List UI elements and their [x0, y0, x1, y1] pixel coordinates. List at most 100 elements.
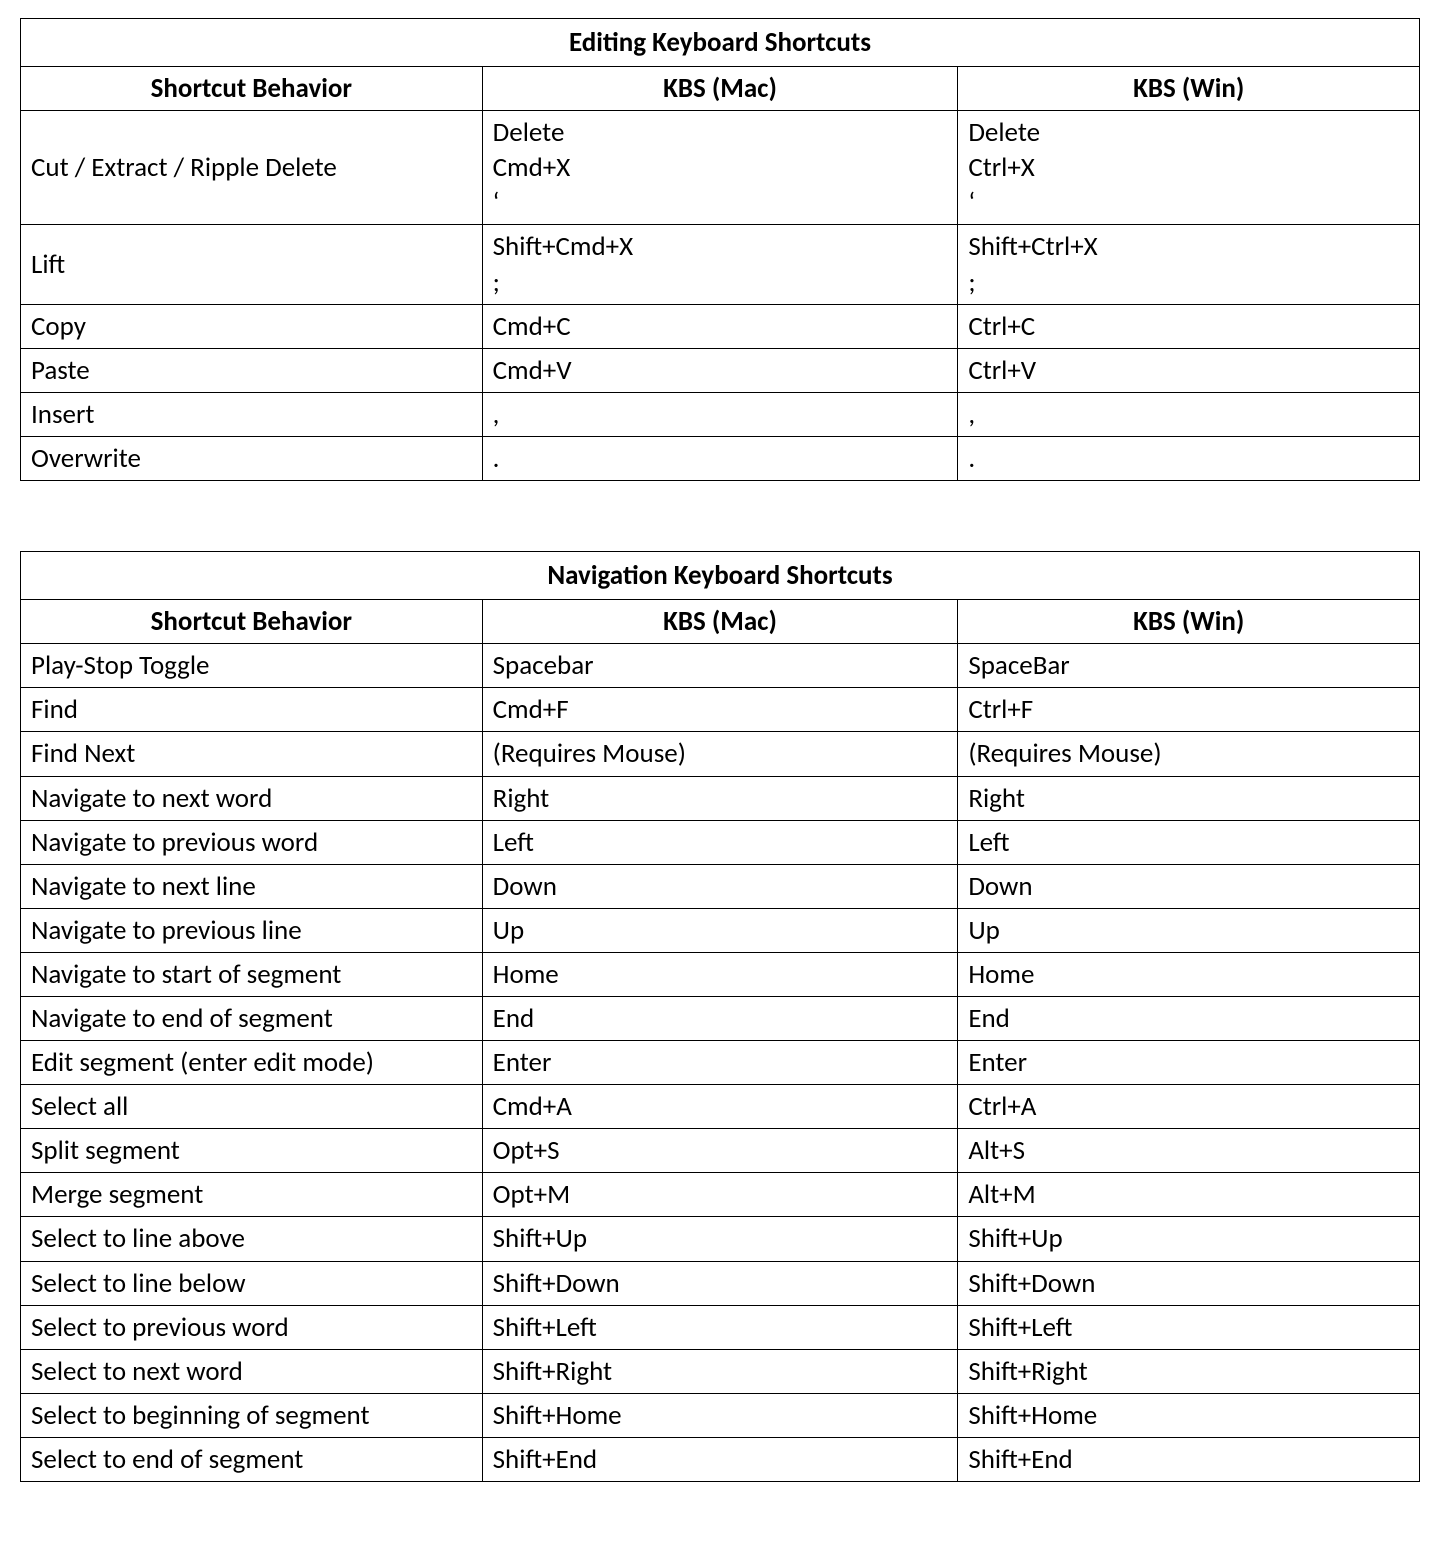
cell-mac: Opt+M [482, 1173, 958, 1217]
col-behavior-header: Shortcut Behavior [21, 67, 483, 111]
table-row: Navigate to next wordRightRight [21, 776, 1420, 820]
cell-mac: Shift+Down [482, 1261, 958, 1305]
cell-mac: Down [482, 864, 958, 908]
cell-behavior: Play-Stop Toggle [21, 644, 483, 688]
cell-mac: (Requires Mouse) [482, 732, 958, 776]
cell-behavior: Navigate to start of segment [21, 952, 483, 996]
cell-win: Ctrl+V [958, 348, 1420, 392]
cell-mac: Left [482, 820, 958, 864]
cell-behavior: Navigate to end of segment [21, 996, 483, 1040]
cell-win: Ctrl+C [958, 304, 1420, 348]
cell-behavior: Edit segment (enter edit mode) [21, 1041, 483, 1085]
table-row: Play-Stop ToggleSpacebarSpaceBar [21, 644, 1420, 688]
cell-behavior: Select to previous word [21, 1305, 483, 1349]
table-row: Select to end of segmentShift+EndShift+E… [21, 1437, 1420, 1481]
table-row: Select to previous wordShift+LeftShift+L… [21, 1305, 1420, 1349]
table-header-row: Shortcut Behavior KBS (Mac) KBS (Win) [21, 67, 1420, 111]
cell-behavior: Merge segment [21, 1173, 483, 1217]
shortcut-line: ; [968, 265, 1409, 300]
cell-mac: End [482, 996, 958, 1040]
shortcut-line: ‘ [493, 185, 948, 220]
cell-behavior: Navigate to next word [21, 776, 483, 820]
cell-mac: Shift+Right [482, 1349, 958, 1393]
table-row: Split segmentOpt+SAlt+S [21, 1129, 1420, 1173]
cell-win: Alt+S [958, 1129, 1420, 1173]
table-row: Insert,, [21, 392, 1420, 436]
table-row: Navigate to end of segmentEndEnd [21, 996, 1420, 1040]
table-row: Navigate to previous wordLeftLeft [21, 820, 1420, 864]
cell-mac: Shift+Left [482, 1305, 958, 1349]
navigation-shortcuts-table: Navigation Keyboard Shortcuts Shortcut B… [20, 551, 1420, 1482]
cell-behavior: Select to line above [21, 1217, 483, 1261]
cell-mac: . [482, 436, 958, 480]
cell-behavior: Paste [21, 348, 483, 392]
cell-mac: Spacebar [482, 644, 958, 688]
table-title-row: Editing Keyboard Shortcuts [21, 19, 1420, 67]
cell-behavior: Split segment [21, 1129, 483, 1173]
cell-win: Shift+Ctrl+X; [958, 225, 1420, 304]
shortcut-line: Ctrl+X [968, 150, 1409, 185]
cell-mac: Cmd+F [482, 688, 958, 732]
table-row: Select to line aboveShift+UpShift+Up [21, 1217, 1420, 1261]
table-row: Select to next wordShift+RightShift+Righ… [21, 1349, 1420, 1393]
cell-mac: Cmd+A [482, 1085, 958, 1129]
cell-win: Shift+Up [958, 1217, 1420, 1261]
cell-win: Shift+Home [958, 1393, 1420, 1437]
cell-behavior: Lift [21, 225, 483, 304]
table-row: Navigate to previous lineUpUp [21, 908, 1420, 952]
cell-win: Right [958, 776, 1420, 820]
cell-mac: Enter [482, 1041, 958, 1085]
cell-win: Shift+Down [958, 1261, 1420, 1305]
cell-win: (Requires Mouse) [958, 732, 1420, 776]
table-title-row: Navigation Keyboard Shortcuts [21, 552, 1420, 600]
editing-shortcuts-table: Editing Keyboard Shortcuts Shortcut Beha… [20, 18, 1420, 481]
col-behavior-header: Shortcut Behavior [21, 600, 483, 644]
table-spacer [20, 481, 1420, 551]
cell-mac: Cmd+V [482, 348, 958, 392]
cell-mac: Shift+Home [482, 1393, 958, 1437]
table-row: Cut / Extract / Ripple DeleteDeleteCmd+X… [21, 111, 1420, 225]
table-row: Select to line belowShift+DownShift+Down [21, 1261, 1420, 1305]
table-row: Navigate to next lineDownDown [21, 864, 1420, 908]
shortcut-line: Shift+Cmd+X [493, 229, 948, 264]
cell-win: Home [958, 952, 1420, 996]
cell-behavior: Select all [21, 1085, 483, 1129]
cell-behavior: Find Next [21, 732, 483, 776]
cell-win: DeleteCtrl+X‘ [958, 111, 1420, 225]
cell-behavior: Navigate to previous line [21, 908, 483, 952]
cell-win: Ctrl+F [958, 688, 1420, 732]
table-row: FindCmd+FCtrl+F [21, 688, 1420, 732]
cell-win: Shift+End [958, 1437, 1420, 1481]
table-row: Overwrite.. [21, 436, 1420, 480]
cell-win: Shift+Left [958, 1305, 1420, 1349]
shortcut-line: ‘ [968, 185, 1409, 220]
cell-mac: Opt+S [482, 1129, 958, 1173]
cell-behavior: Find [21, 688, 483, 732]
cell-behavior: Insert [21, 392, 483, 436]
cell-win: . [958, 436, 1420, 480]
col-win-header: KBS (Win) [958, 67, 1420, 111]
table-row: Navigate to start of segmentHomeHome [21, 952, 1420, 996]
cell-win: Left [958, 820, 1420, 864]
cell-mac: Shift+Up [482, 1217, 958, 1261]
cell-mac: DeleteCmd+X‘ [482, 111, 958, 225]
cell-win: SpaceBar [958, 644, 1420, 688]
col-mac-header: KBS (Mac) [482, 67, 958, 111]
cell-mac: Right [482, 776, 958, 820]
cell-win: Enter [958, 1041, 1420, 1085]
cell-mac: Shift+Cmd+X; [482, 225, 958, 304]
shortcut-line: ; [493, 265, 948, 300]
table-row: Edit segment (enter edit mode)EnterEnter [21, 1041, 1420, 1085]
cell-mac: , [482, 392, 958, 436]
cell-win: Down [958, 864, 1420, 908]
table-row: Select to beginning of segmentShift+Home… [21, 1393, 1420, 1437]
cell-behavior: Select to next word [21, 1349, 483, 1393]
cell-behavior: Overwrite [21, 436, 483, 480]
cell-win: Ctrl+A [958, 1085, 1420, 1129]
shortcut-line: Cmd+X [493, 150, 948, 185]
table-row: LiftShift+Cmd+X;Shift+Ctrl+X; [21, 225, 1420, 304]
cell-mac: Shift+End [482, 1437, 958, 1481]
navigation-shortcuts-body: Play-Stop ToggleSpacebarSpaceBarFindCmd+… [21, 644, 1420, 1482]
shortcut-line: Delete [968, 115, 1409, 150]
table-title: Navigation Keyboard Shortcuts [21, 552, 1420, 600]
